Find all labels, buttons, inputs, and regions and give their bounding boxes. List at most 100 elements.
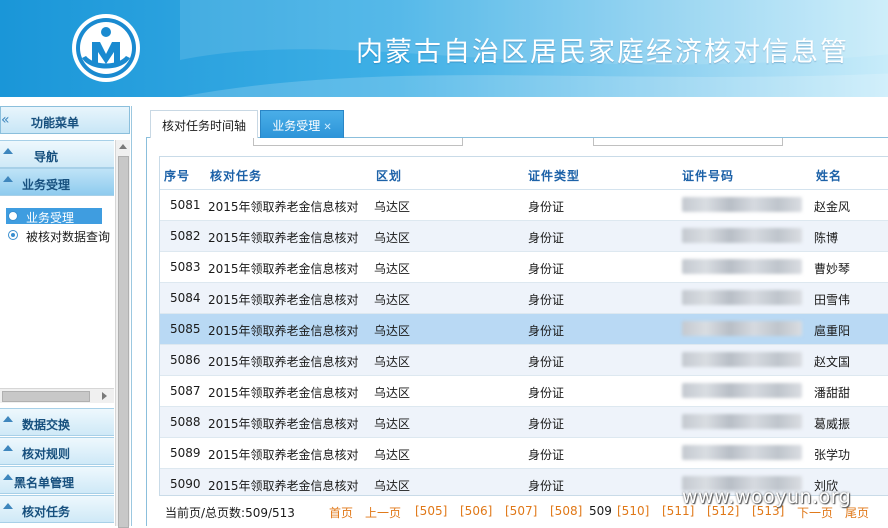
cell-serial: 5083	[170, 260, 201, 274]
app-header: 内蒙古自治区居民家庭经济核对信息管	[0, 0, 888, 97]
sidebar-group-data-exchange[interactable]: 数据交换	[0, 408, 114, 436]
sidebar-group-tasks[interactable]: 核对任务	[0, 495, 114, 523]
cell-serial: 5081	[170, 198, 201, 212]
page-link[interactable]: [505]	[415, 504, 447, 518]
emblem-logo-icon	[72, 14, 140, 82]
sidebar-vertical-scrollbar[interactable]	[115, 140, 130, 528]
cell-id-type: 身份证	[528, 355, 565, 369]
chevron-up-icon	[3, 474, 13, 480]
cell-serial: 5089	[170, 446, 201, 460]
sidebar-item-business-accept[interactable]: 业务受理	[6, 208, 102, 225]
redacted-id-number	[682, 352, 802, 367]
cell-region: 乌达区	[374, 448, 411, 462]
table-row[interactable]: 5086 2015年领取养老金信息核对 乌达区 身份证 赵文国	[160, 345, 888, 376]
page-link[interactable]: [507]	[505, 504, 537, 518]
collapse-double-chevron-icon[interactable]: «	[1, 112, 10, 128]
close-icon[interactable]: ✕	[323, 122, 331, 133]
search-input-partial[interactable]	[253, 138, 463, 146]
cell-name: 陈博	[814, 231, 839, 245]
sidebar-horizontal-scrollbar[interactable]	[0, 388, 114, 403]
cell-name: 扈重阳	[814, 324, 851, 338]
cell-id-type: 身份证	[528, 231, 565, 245]
cell-id-type: 身份证	[528, 448, 565, 462]
scroll-thumb[interactable]	[2, 391, 90, 402]
app-title: 内蒙古自治区居民家庭经济核对信息管	[356, 37, 849, 68]
tab-task-timeline[interactable]: 核对任务时间轴	[150, 110, 258, 138]
cell-region: 乌达区	[374, 386, 411, 400]
cell-name: 赵文国	[814, 355, 851, 369]
chevron-up-icon	[3, 416, 13, 422]
cell-id-type: 身份证	[528, 324, 565, 338]
sidebar-header[interactable]: « 功能菜单	[0, 106, 130, 134]
chevron-up-icon	[3, 445, 13, 451]
page-link[interactable]: [506]	[460, 504, 492, 518]
cell-id-type: 身份证	[528, 293, 565, 307]
cell-serial: 5085	[170, 322, 201, 336]
cell-region: 乌达区	[374, 200, 411, 214]
cell-id-type: 身份证	[528, 386, 565, 400]
page-summary: 当前页/总页数:509/513	[165, 506, 295, 520]
cell-name: 赵金风	[814, 200, 851, 214]
chevron-up-icon	[3, 176, 13, 182]
table-row[interactable]: 5083 2015年领取养老金信息核对 乌达区 身份证 曹妙琴	[160, 252, 888, 283]
cell-name: 田雪伟	[814, 293, 851, 307]
column-header[interactable]: 证件号码	[682, 167, 734, 184]
table-row[interactable]: 5081 2015年领取养老金信息核对 乌达区 身份证 赵金风	[160, 190, 888, 221]
page-link[interactable]: [508]	[550, 504, 582, 518]
cell-name: 潘甜甜	[814, 386, 851, 400]
table-row[interactable]: 5085 2015年领取养老金信息核对 乌达区 身份证 扈重阳	[160, 314, 888, 345]
redacted-id-number	[682, 321, 802, 336]
column-header[interactable]: 姓名	[816, 167, 842, 184]
table-row[interactable]: 5087 2015年领取养老金信息核对 乌达区 身份证 潘甜甜	[160, 376, 888, 407]
main-panel: 序号 核对任务 区划 证件类型 证件号码 姓名 5081 2015年领取养老金信息…	[146, 138, 888, 526]
redacted-id-number	[682, 290, 802, 305]
cell-task: 2015年领取养老金信息核对	[208, 355, 359, 369]
chevron-up-icon	[3, 503, 13, 509]
table-row[interactable]: 5082 2015年领取养老金信息核对 乌达区 身份证 陈博	[160, 221, 888, 252]
redacted-id-number	[682, 259, 802, 274]
search-input-partial[interactable]	[593, 138, 783, 146]
cell-name: 张学功	[814, 448, 851, 462]
cell-serial: 5082	[170, 229, 201, 243]
sidebar-group-nav[interactable]: 导航	[0, 140, 114, 168]
cell-id-type: 身份证	[528, 200, 565, 214]
cell-task: 2015年领取养老金信息核对	[208, 324, 359, 338]
table-row[interactable]: 5088 2015年领取养老金信息核对 乌达区 身份证 葛威振	[160, 407, 888, 438]
first-page-link[interactable]: 首页	[329, 504, 353, 521]
cell-task: 2015年领取养老金信息核对	[208, 417, 359, 431]
scroll-up-arrow-icon[interactable]	[119, 144, 127, 149]
cell-task: 2015年领取养老金信息核对	[208, 293, 359, 307]
cell-task: 2015年领取养老金信息核对	[208, 200, 359, 214]
page-link[interactable]: [510]	[617, 504, 649, 518]
column-header[interactable]: 核对任务	[210, 167, 262, 184]
cell-region: 乌达区	[374, 231, 411, 245]
menu-title: 功能菜单	[31, 116, 80, 130]
data-table: 序号 核对任务 区划 证件类型 证件号码 姓名 5081 2015年领取养老金信息…	[159, 156, 888, 496]
cell-task: 2015年领取养老金信息核对	[208, 231, 359, 245]
scroll-thumb[interactable]	[118, 156, 129, 528]
cell-task: 2015年领取养老金信息核对	[208, 386, 359, 400]
table-row[interactable]: 5089 2015年领取养老金信息核对 乌达区 身份证 张学功	[160, 438, 888, 469]
sidebar-group-business[interactable]: 业务受理	[0, 168, 114, 196]
redacted-id-number	[682, 414, 802, 429]
chevron-up-icon	[3, 148, 13, 154]
cell-serial: 5090	[170, 477, 201, 491]
column-header[interactable]: 序号	[164, 167, 190, 184]
redacted-id-number	[682, 383, 802, 398]
cell-serial: 5087	[170, 384, 201, 398]
redacted-id-number	[682, 228, 802, 243]
column-header[interactable]: 证件类型	[528, 167, 580, 184]
sidebar-group-blacklist[interactable]: 黑名单管理	[0, 466, 114, 494]
sidebar: « 功能菜单 导航 业务受理 业务受理 被核对数据查询 数据交换 核对规则 黑名…	[0, 106, 132, 528]
table-row[interactable]: 5084 2015年领取养老金信息核对 乌达区 身份证 田雪伟	[160, 283, 888, 314]
cell-task: 2015年领取养老金信息核对	[208, 479, 359, 493]
cell-task: 2015年领取养老金信息核对	[208, 262, 359, 276]
prev-page-link[interactable]: 上一页	[365, 504, 401, 521]
cell-region: 乌达区	[374, 262, 411, 276]
tab-business-accept[interactable]: 业务受理 ✕	[260, 110, 344, 138]
cell-task: 2015年领取养老金信息核对	[208, 448, 359, 462]
column-header[interactable]: 区划	[376, 167, 402, 184]
scroll-right-arrow-icon[interactable]	[102, 392, 107, 400]
cell-id-type: 身份证	[528, 479, 565, 493]
sidebar-group-rules[interactable]: 核对规则	[0, 437, 114, 465]
